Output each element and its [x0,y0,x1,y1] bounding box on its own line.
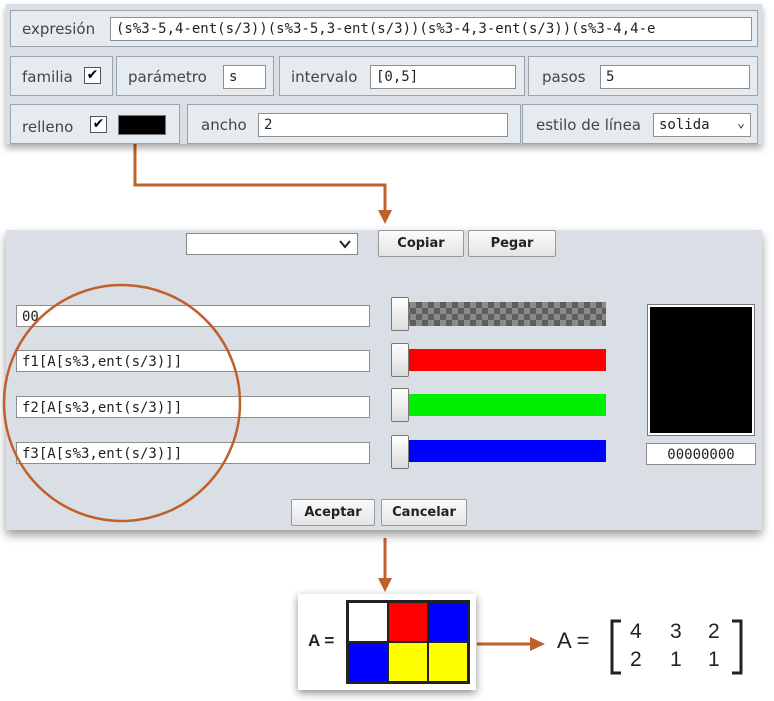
arrowhead-bottom [378,578,392,592]
estilo-select[interactable]: solida ⌄ [653,113,751,137]
familia-label: familia [22,68,73,86]
color-grid [346,600,470,684]
color-preview [647,304,755,436]
blue-slider-track[interactable] [398,440,606,462]
grid-cell [388,642,428,682]
expresion-input[interactable]: (s%3-5,4-ent(s/3))(s%3-5,3-ent(s/3))(s%3… [110,17,752,41]
matrix-result-label: A = [557,628,590,653]
matrix-value: 2 [630,648,642,671]
paste-button[interactable]: Pegar [468,230,556,257]
intervalo-cell: intervalo [0,5] [279,56,525,96]
expresion-label: expresión [22,20,96,38]
relleno-label: relleno [22,118,74,136]
red-slider-track[interactable] [398,349,606,371]
matrix-value: 4 [630,620,642,643]
expression-dropdown[interactable] [186,233,358,255]
blue-slider-thumb[interactable] [391,435,409,469]
alpha-slider-thumb[interactable] [391,297,409,331]
matrix-value: 3 [670,620,682,643]
matrix-value: 1 [670,648,682,671]
chevron-down-icon [339,240,351,249]
estilo-label: estilo de línea [536,116,641,134]
pasos-cell: pasos 5 [528,56,758,96]
properties-panel: expresión (s%3-5,4-ent(s/3))(s%3-5,3-ent… [6,4,762,144]
intervalo-label: intervalo [291,68,358,86]
red-expression-input[interactable]: f1[A[s%3,ent(s/3)]] [16,350,370,372]
matrix-value: 2 [708,620,720,643]
relleno-color-swatch[interactable] [118,115,166,135]
grid-cell [348,602,388,642]
ancho-input[interactable]: 2 [258,113,508,137]
matrix-value: 1 [708,648,720,671]
arrowhead-right [530,637,545,651]
green-expression-input[interactable]: f2[A[s%3,ent(s/3)]] [16,396,370,418]
grid-cell [388,602,428,642]
estilo-select-value: solida [659,117,710,133]
estilo-cell: estilo de línea solida ⌄ [522,104,758,144]
green-slider-track[interactable] [398,394,606,416]
ancho-cell: ancho 2 [187,104,521,144]
arrowhead-top [378,210,392,224]
expresion-cell: expresión (s%3-5,4-ent(s/3))(s%3-5,3-ent… [10,10,758,47]
pasos-label: pasos [542,68,586,86]
grid-cell [348,642,388,682]
familia-cell: familia ✔ [10,56,113,96]
alpha-expression-input[interactable]: 00 [16,305,370,327]
accept-button[interactable]: Aceptar [291,499,375,526]
relleno-checkbox[interactable]: ✔ [90,116,107,133]
green-slider-thumb[interactable] [391,388,409,422]
red-slider-thumb[interactable] [391,343,409,377]
matrix-color-box: A = [298,594,476,690]
matrix-color-label: A = [308,631,335,650]
familia-checkbox[interactable]: ✔ [84,67,101,84]
pasos-input[interactable]: 5 [600,65,750,89]
parametro-label: parámetro [128,68,207,86]
hex-value-input[interactable]: 00000000 [646,443,756,465]
copy-button[interactable]: Copiar [378,230,464,257]
intervalo-input[interactable]: [0,5] [370,65,516,89]
color-dialog: Copiar Pegar 00 f1[A[s%3,ent(s/3)]] f2[A… [6,230,762,530]
grid-cell [428,642,468,682]
grid-cell [428,602,468,642]
chevron-down-icon: ⌄ [737,116,745,131]
parametro-input[interactable]: s [223,65,266,89]
left-bracket [610,619,621,675]
connector-arrow-top [133,140,387,212]
relleno-cell: relleno ✔ [10,104,180,144]
ancho-label: ancho [201,116,247,134]
right-bracket [732,619,743,675]
alpha-slider-track[interactable] [398,302,606,326]
parametro-cell: parámetro s [116,56,274,96]
blue-expression-input[interactable]: f3[A[s%3,ent(s/3)]] [16,442,370,464]
cancel-button[interactable]: Cancelar [381,499,467,526]
